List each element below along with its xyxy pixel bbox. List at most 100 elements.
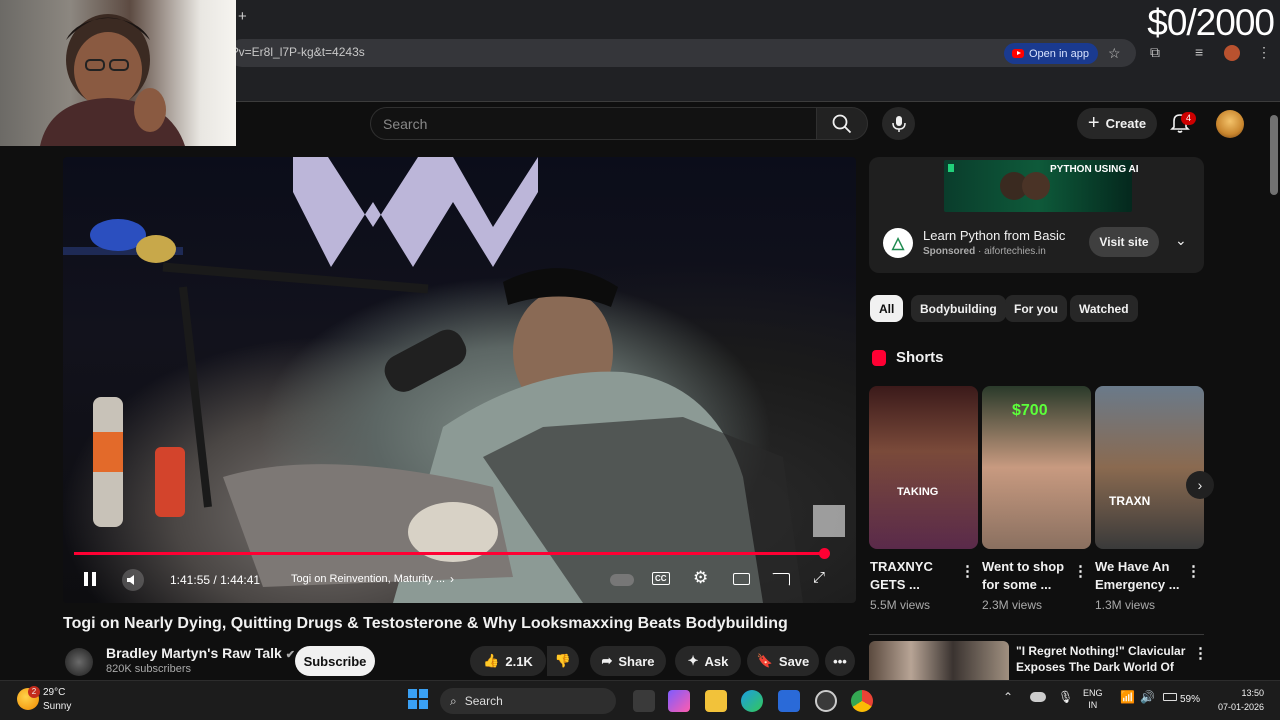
chip-watched[interactable]: Watched [1070, 295, 1138, 322]
short-views-3: 1.3M views [1095, 598, 1156, 612]
short-thumbnail-3[interactable]: TRAXN [1095, 386, 1204, 549]
like-button[interactable]: 👍 2.1K [470, 646, 546, 676]
battery-icon[interactable] [1163, 693, 1177, 701]
microphone-tray-icon[interactable]: 🎙 [1058, 690, 1073, 704]
short-title-1[interactable]: TRAXNYC GETS ... [870, 558, 960, 594]
short-menu-icon[interactable]: ⋮ [1186, 562, 1201, 580]
ad-title[interactable]: Learn Python from Basic [923, 228, 1065, 243]
search-button[interactable] [816, 107, 868, 140]
autoplay-toggle[interactable] [610, 574, 634, 586]
plus-icon: + [1087, 112, 1100, 134]
language-line1: ENG [1083, 688, 1103, 698]
shorts-next-button[interactable]: › [1186, 471, 1214, 499]
taskbar-clock[interactable]: 13:50 07-01-2026 [1210, 686, 1264, 714]
account-avatar[interactable] [1216, 110, 1244, 138]
ad-domain: aifortechies.in [984, 246, 1046, 257]
save-label: Save [778, 653, 810, 669]
reading-list-icon[interactable]: ≡ [1195, 44, 1203, 60]
chapter-chevron-icon[interactable]: › [450, 572, 454, 586]
weather-condition[interactable]: Sunny [43, 701, 71, 712]
clock-date: 07-01-2026 [1217, 702, 1264, 712]
time-current: 1:41:55 [170, 573, 211, 587]
verified-icon: ✔ [285, 649, 295, 661]
search-input[interactable]: Search [370, 107, 816, 140]
theater-mode-icon[interactable] [733, 573, 750, 585]
visit-site-button[interactable]: Visit site [1089, 227, 1159, 257]
short-menu-icon[interactable]: ⋮ [1073, 562, 1088, 580]
short-title-3[interactable]: We Have An Emergency ... [1095, 558, 1185, 594]
fullscreen-icon[interactable]: ⤢ [813, 569, 825, 586]
onedrive-cloud-icon[interactable] [1030, 692, 1046, 702]
shorts-logo-icon [872, 350, 886, 366]
open-in-app-button[interactable]: Open in app [1004, 43, 1098, 64]
chip-bodybuilding[interactable]: Bodybuilding [911, 295, 1006, 322]
channel-name[interactable]: Bradley Martyn's Raw Talk ✔ [106, 645, 295, 661]
chevron-down-icon[interactable]: ⌄ [1175, 232, 1187, 249]
microsoft-store-icon[interactable] [778, 690, 800, 712]
tray-chevron-up-icon[interactable]: ⌃ [1003, 690, 1013, 704]
new-tab-button[interactable]: + [238, 8, 247, 25]
section-divider [869, 634, 1204, 635]
bookmark-star-icon[interactable]: ☆ [1108, 45, 1121, 62]
progress-scrubber[interactable] [819, 548, 830, 559]
recommendation-menu-icon[interactable]: ⋮ [1193, 644, 1208, 662]
pause-icon [84, 572, 96, 586]
youtube-icon [1012, 49, 1024, 58]
share-arrow-icon: ➦ [601, 653, 613, 668]
extensions-icon[interactable]: ⧉ [1150, 44, 1160, 61]
captions-icon[interactable]: CC [652, 572, 670, 585]
pause-button[interactable] [83, 570, 97, 588]
chrome-browser-icon[interactable] [851, 690, 873, 712]
short-thumbnail-1[interactable]: TAKING [869, 386, 978, 549]
short-thumbnail-2[interactable]: $700 [982, 386, 1091, 549]
more-actions-button[interactable]: ••• [825, 646, 855, 676]
share-button[interactable]: ➦ Share [590, 646, 666, 676]
language-indicator[interactable]: ENG IN [1083, 687, 1103, 711]
short-overlay-3: TRAXN [1109, 494, 1151, 508]
speaker-icon[interactable]: 🔊 [1140, 690, 1155, 704]
cost-counter: $0/2000 [1147, 2, 1275, 43]
windows-start-icon[interactable] [408, 689, 428, 709]
windows-logo-icon [408, 689, 428, 709]
chapter-title[interactable]: Togi on Reinvention, Maturity ... [291, 573, 461, 585]
taskbar-search[interactable]: ⌕ Search [440, 688, 616, 714]
video-player[interactable] [63, 157, 856, 603]
like-count: 2.1K [505, 653, 533, 669]
chip-for-you[interactable]: For you [1005, 295, 1067, 322]
recommendation-thumbnail[interactable] [869, 641, 1009, 680]
settings-gear-icon[interactable]: ⚙ [693, 568, 708, 588]
edge-browser-icon[interactable] [741, 690, 763, 712]
subscribe-button[interactable]: Subscribe [295, 646, 375, 676]
sparkle-icon: ✦ [687, 653, 699, 668]
advertiser-logo-icon[interactable]: △ [883, 228, 913, 258]
dislike-button[interactable]: 👎 [547, 646, 579, 676]
settings-app-icon[interactable] [815, 690, 837, 712]
create-button[interactable]: + Create [1077, 108, 1157, 139]
short-menu-icon[interactable]: ⋮ [960, 562, 975, 580]
channel-avatar[interactable] [65, 648, 93, 676]
copilot-icon[interactable] [668, 690, 690, 712]
profile-avatar[interactable] [1224, 45, 1240, 61]
shorts-section-title: Shorts [896, 349, 944, 366]
video-title: Togi on Nearly Dying, Quitting Drugs & T… [63, 615, 788, 632]
progress-bar[interactable] [74, 552, 824, 555]
weather-temperature[interactable]: 29°C [43, 687, 65, 698]
short-title-2-line2: for some ... [982, 577, 1052, 592]
ask-button[interactable]: ✦ Ask [675, 646, 741, 676]
wifi-icon[interactable]: 📶 [1120, 690, 1135, 704]
ad-banner-text: PYTHON USING AI [1050, 164, 1139, 175]
time-total: 1:44:41 [220, 573, 261, 587]
chip-all[interactable]: All [870, 295, 904, 322]
scrollbar-thumb[interactable] [1270, 115, 1278, 195]
microphone-icon [891, 115, 906, 132]
volume-button[interactable] [122, 569, 144, 591]
cast-icon[interactable] [772, 573, 790, 586]
browser-menu-icon[interactable]: ⋮ [1257, 44, 1271, 61]
task-view-icon[interactable] [633, 690, 655, 712]
voice-search-button[interactable] [882, 107, 915, 140]
file-explorer-icon[interactable] [705, 690, 727, 712]
video-frame [63, 157, 845, 603]
battery-percent[interactable]: 59% [1180, 694, 1200, 705]
short-title-2[interactable]: Went to shop for some ... [982, 558, 1072, 594]
save-button[interactable]: 🔖 Save [747, 646, 819, 676]
